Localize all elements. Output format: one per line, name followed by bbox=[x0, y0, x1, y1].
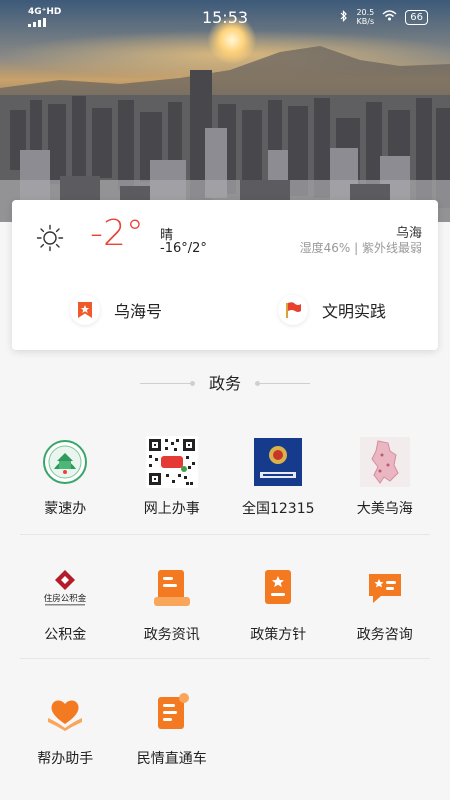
weather-card[interactable]: -2° 晴 -16°/2° 乌海 湿度46% | 紫外线最弱 乌海号 文明实践 bbox=[12, 200, 438, 350]
svg-text:住房公积金: 住房公积金 bbox=[44, 593, 87, 604]
service-label: 蒙速办 bbox=[44, 501, 87, 517]
service-public-opinion[interactable]: 民情直通车 bbox=[119, 686, 226, 768]
civilization-practice-label: 文明实践 bbox=[322, 302, 387, 321]
civilization-practice-link[interactable]: 文明实践 bbox=[278, 294, 386, 326]
service-consult[interactable]: 政务咨询 bbox=[332, 562, 439, 644]
helping-heart-icon bbox=[39, 686, 91, 738]
wifi-icon bbox=[382, 10, 397, 24]
row-divider bbox=[20, 658, 430, 659]
policy-star-document-icon bbox=[252, 562, 304, 614]
status-bar: 4G⁺HD 15:53 20.5 KB/s 66 bbox=[0, 0, 450, 34]
sun-icon bbox=[36, 224, 64, 256]
service-row-3: 帮办助手 民情直通车 bbox=[12, 686, 438, 768]
service-housing-fund[interactable]: 住房公积金 公积金 bbox=[12, 562, 119, 644]
current-temperature: -2° bbox=[90, 213, 144, 254]
wuhai-map-icon bbox=[359, 436, 411, 488]
service-label: 政务资讯 bbox=[143, 627, 200, 643]
bluetooth-icon bbox=[340, 9, 348, 25]
service-label: 网上办事 bbox=[143, 501, 200, 517]
news-document-icon bbox=[146, 562, 198, 614]
wuhai-account-label: 乌海号 bbox=[114, 302, 163, 321]
service-helper[interactable]: 帮办助手 bbox=[12, 686, 119, 768]
public-opinion-note-icon bbox=[146, 686, 198, 738]
service-row-2: 住房公积金 公积金 政务资讯 政策方针 政务咨询 bbox=[12, 562, 438, 644]
service-gov-news[interactable]: 政务资讯 bbox=[119, 562, 226, 644]
section-title: 政务 bbox=[208, 374, 241, 393]
service-label: 大美乌海 bbox=[356, 501, 413, 517]
hero-cityscape-image: 4G⁺HD 15:53 20.5 KB/s 66 bbox=[0, 0, 450, 222]
service-12315[interactable]: 全国12315 bbox=[225, 436, 332, 518]
service-online-affairs[interactable]: 网上办事 bbox=[119, 436, 226, 518]
qr-code-icon bbox=[145, 436, 198, 488]
service-row-1: 蒙速办 网上办事 全国12315 大美乌海 bbox=[12, 436, 438, 518]
network-speed: 20.5 KB/s bbox=[356, 8, 375, 26]
wuhai-account-link[interactable]: 乌海号 bbox=[70, 294, 162, 326]
section-header: 政务 bbox=[0, 372, 450, 396]
service-label: 帮办助手 bbox=[37, 751, 94, 767]
service-label: 政务咨询 bbox=[356, 627, 413, 643]
service-label: 全国12315 bbox=[241, 501, 315, 517]
service-label: 民情直通车 bbox=[136, 751, 207, 767]
mengsuban-logo-icon bbox=[39, 436, 91, 488]
row-divider bbox=[20, 534, 430, 535]
service-label: 政策方针 bbox=[250, 627, 307, 643]
temperature-range: -16°/2° bbox=[160, 241, 207, 256]
battery-indicator: 66 bbox=[405, 9, 428, 25]
service-beautiful-wuhai[interactable]: 大美乌海 bbox=[332, 436, 439, 518]
housing-fund-logo-icon: 住房公积金 bbox=[39, 562, 91, 614]
weather-details: 湿度46% | 紫外线最弱 bbox=[299, 241, 422, 255]
12315-emblem-icon bbox=[252, 436, 304, 488]
red-flag-icon bbox=[278, 295, 308, 325]
service-label: 公积金 bbox=[44, 627, 87, 643]
service-mengsuban[interactable]: 蒙速办 bbox=[12, 436, 119, 518]
bookmark-star-icon bbox=[70, 295, 100, 325]
service-policy[interactable]: 政策方针 bbox=[225, 562, 332, 644]
consult-chat-icon bbox=[359, 562, 411, 614]
